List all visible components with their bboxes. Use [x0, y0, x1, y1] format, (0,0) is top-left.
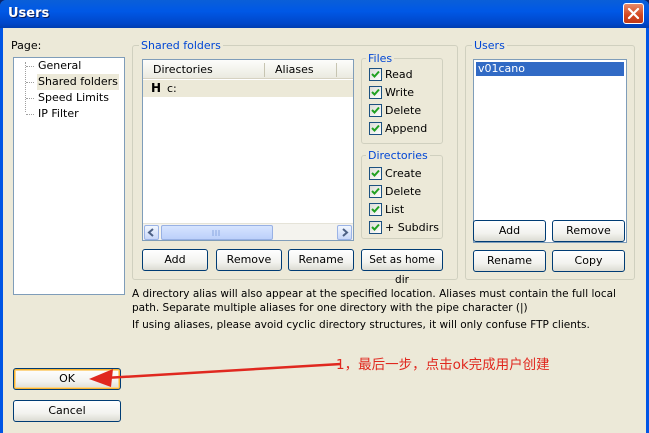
- dirs-list-label: List: [385, 203, 405, 216]
- alias-note-line2: path. Separate multiple aliases for one …: [132, 302, 528, 314]
- list-item[interactable]: v01cano: [476, 62, 624, 76]
- page-tree: General Shared folders Speed Limits IP F…: [13, 57, 125, 295]
- alias-note-line3: If using aliases, please avoid cyclic di…: [132, 319, 590, 331]
- files-delete-checkbox[interactable]: [369, 104, 382, 117]
- checkmark-icon: [371, 187, 380, 195]
- dirs-list-checkbox[interactable]: [369, 203, 382, 216]
- dialog-client-area: Page: General Shared folders Speed Limit…: [3, 28, 646, 433]
- close-icon: [627, 7, 640, 20]
- dirs-create-checkbox[interactable]: [369, 167, 382, 180]
- chevron-right-icon: [342, 228, 349, 237]
- remove-user-button[interactable]: Remove: [552, 220, 625, 242]
- tree-connector: [25, 62, 26, 112]
- page-label: Page:: [11, 39, 42, 52]
- dirs-subdirs-checkbox[interactable]: [369, 221, 382, 234]
- chevron-left-icon: [147, 228, 154, 237]
- remove-folder-button[interactable]: Remove: [216, 249, 282, 271]
- files-delete-label: Delete: [385, 104, 422, 117]
- shared-folders-list[interactable]: Directories Aliases H c:: [142, 59, 354, 241]
- users-list[interactable]: v01cano: [473, 59, 627, 243]
- shared-folders-title: Shared folders: [139, 39, 223, 52]
- horizontal-scrollbar[interactable]: [143, 223, 353, 240]
- dirs-create-label: Create: [385, 167, 422, 180]
- checkmark-icon: [371, 106, 380, 114]
- files-append-checkbox[interactable]: [369, 122, 382, 135]
- cancel-button[interactable]: Cancel: [13, 400, 121, 422]
- checkmark-icon: [371, 169, 380, 177]
- dirs-delete-label: Delete: [385, 185, 422, 198]
- scroll-thumb[interactable]: [161, 225, 273, 240]
- files-append-label: Append: [385, 122, 428, 135]
- files-read-checkbox[interactable]: [369, 68, 382, 81]
- table-row[interactable]: H c:: [143, 80, 353, 97]
- checkmark-icon: [371, 70, 380, 78]
- column-directories[interactable]: Directories: [143, 60, 213, 79]
- rename-folder-button[interactable]: Rename: [288, 249, 354, 271]
- column-aliases[interactable]: Aliases: [265, 60, 314, 79]
- title-bar[interactable]: Users: [0, 0, 649, 28]
- window-title: Users: [8, 6, 50, 21]
- add-user-button[interactable]: Add: [473, 220, 546, 242]
- rename-user-button[interactable]: Rename: [473, 250, 546, 272]
- copy-user-button[interactable]: Copy: [552, 250, 625, 272]
- set-home-dir-button[interactable]: Set as home dir: [361, 249, 443, 286]
- checkmark-icon: [371, 88, 380, 96]
- home-dir-marker: H: [151, 81, 162, 95]
- annotation-text: 1，最后一步，点击ok完成用户创建: [336, 357, 550, 373]
- checkmark-icon: [371, 205, 380, 213]
- files-write-label: Write: [385, 86, 415, 99]
- close-button[interactable]: [623, 3, 644, 24]
- files-title: Files: [366, 52, 395, 65]
- list-header: Directories Aliases: [143, 60, 353, 79]
- alias-note-line1: A directory alias will also appear at th…: [132, 288, 616, 300]
- dirs-delete-checkbox[interactable]: [369, 185, 382, 198]
- directory-cell: c:: [167, 82, 177, 95]
- grip-icon: [212, 230, 220, 236]
- dirs-subdirs-label: + Subdirs: [385, 221, 439, 234]
- checkmark-icon: [371, 223, 380, 231]
- files-read-label: Read: [385, 68, 413, 81]
- scroll-right-button[interactable]: [337, 225, 352, 240]
- files-write-checkbox[interactable]: [369, 86, 382, 99]
- users-title: Users: [472, 39, 507, 52]
- add-folder-button[interactable]: Add: [142, 249, 208, 271]
- users-dialog: Users Page: General Shared folders Speed…: [0, 0, 649, 433]
- checkmark-icon: [371, 124, 380, 132]
- annotation-arrow-icon: [89, 362, 342, 387]
- scroll-left-button[interactable]: [144, 225, 159, 240]
- directories-title: Directories: [366, 149, 430, 162]
